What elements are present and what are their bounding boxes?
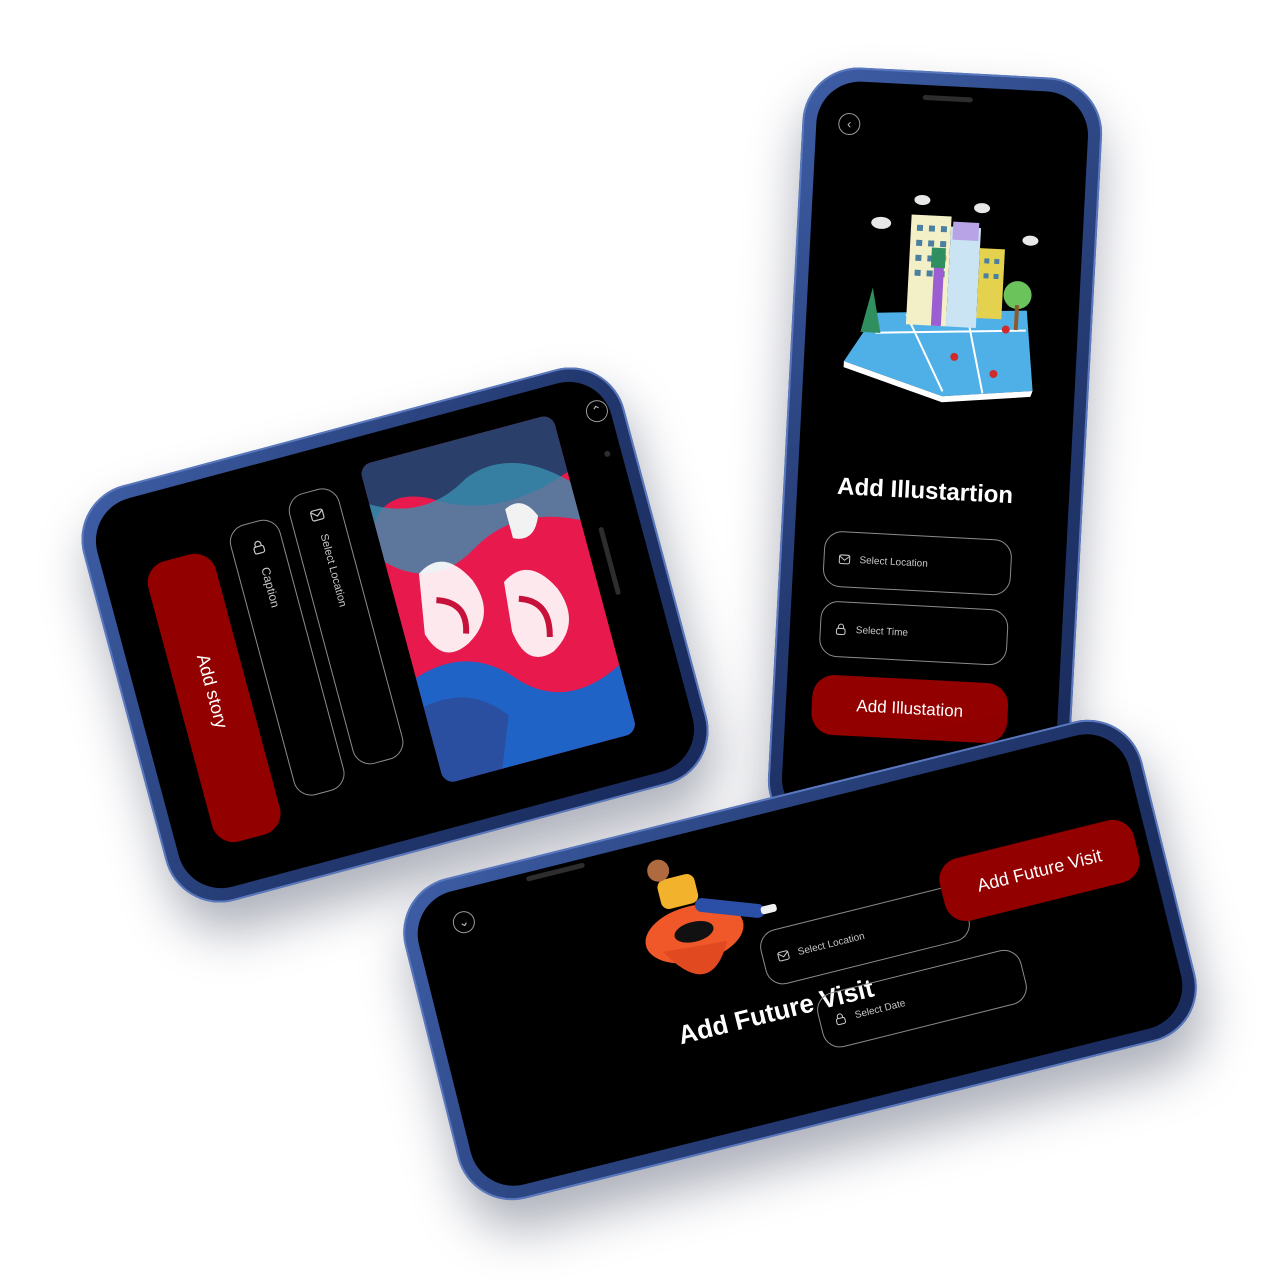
select-date-label: Select Date [853, 997, 907, 1021]
chevron-up-icon[interactable]: ⌃ [583, 397, 611, 425]
envelope-icon [777, 950, 790, 962]
speaker-notch [922, 94, 973, 103]
select-location-label: Select Location [317, 532, 349, 609]
speaker-notch [525, 862, 586, 882]
speaker-notch [598, 526, 622, 596]
screen-add-story: ⌃ Select Location Caption Add story [86, 372, 704, 898]
lock-icon [835, 1013, 847, 1026]
add-future-visit-label: Add Future Visit [974, 844, 1104, 896]
add-illustration-label: Add Illustation [855, 696, 964, 721]
chevron-down-icon[interactable]: ⌄ [450, 908, 478, 936]
lock-icon [253, 540, 266, 555]
screen-add-illustration: ‹ Add Illustartion Select Location Selec… [779, 79, 1091, 835]
select-time-label: Select Time [855, 624, 909, 639]
envelope-icon [310, 508, 325, 522]
add-future-visit-button[interactable]: Add Future Visit [934, 815, 1145, 926]
page-title: Add Illustartion [836, 472, 1014, 510]
phone-add-story: ⌃ Select Location Caption Add story [68, 354, 722, 916]
add-story-label: Add story [192, 651, 232, 731]
lock-icon [835, 623, 846, 636]
camera [603, 450, 612, 458]
select-location-label: Select Location [859, 554, 929, 570]
city-map-illustration [843, 194, 1039, 403]
select-location-field[interactable]: Select Location [822, 530, 1013, 597]
caption-label: Caption [258, 565, 283, 610]
add-illustration-button[interactable]: Add Illustation [810, 673, 1010, 745]
select-time-field[interactable]: Select Time [818, 600, 1010, 667]
chevron-left-icon[interactable]: ‹ [837, 112, 861, 136]
envelope-icon [838, 554, 851, 565]
select-location-label: Select Location [796, 930, 866, 958]
